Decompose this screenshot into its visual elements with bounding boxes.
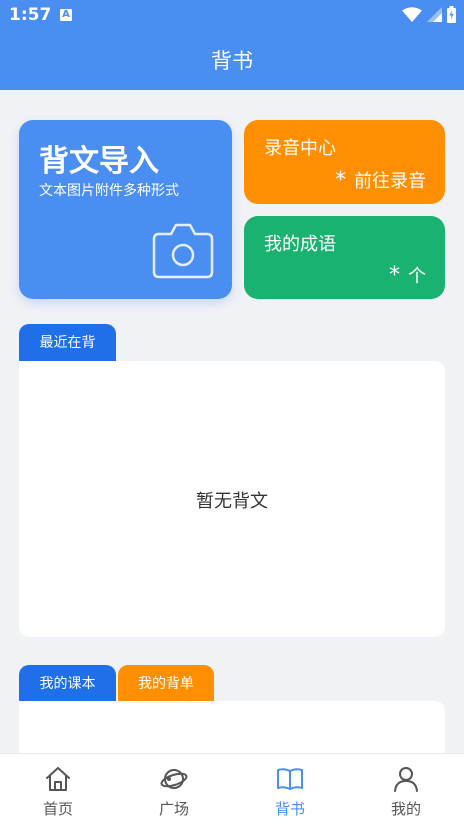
tab-plaza-label: 广场 [158,800,189,818]
go-record-link[interactable]: * 前往录音 [335,167,426,193]
notification-a-icon: A [60,9,72,21]
tab-recite-label: 背书 [274,800,305,818]
planet-icon [160,769,188,789]
wifi-icon [402,7,422,22]
record-center-card[interactable]: 录音中心 * 前往录音 [244,120,445,204]
import-text-card[interactable]: 背文导入 文本图片附件多种形式 [19,120,232,299]
idiom-count-label: 个 [408,266,426,287]
signal-icon [427,7,442,22]
camera-icon [152,223,214,279]
tab-recent[interactable]: 最近在背 [19,324,116,362]
status-bar: 1:57 A [0,0,464,32]
recent-panel: 暂无背文 [19,361,445,637]
record-card-title: 录音中心 [264,138,336,159]
star-icon: * [335,168,346,193]
go-record-label: 前往录音 [354,171,426,192]
person-icon [394,767,418,792]
star-icon: * [389,263,400,288]
idiom-count-link[interactable]: * 个 [389,262,426,288]
tab-recite[interactable]: 背书 [232,754,348,827]
tab-mine[interactable]: 我的 [348,754,464,827]
tab-plaza[interactable]: 广场 [116,754,232,827]
tab-home-label: 首页 [42,800,73,818]
book-icon [277,768,303,790]
my-idioms-card[interactable]: 我的成语 * 个 [244,216,445,299]
idiom-card-title: 我的成语 [264,234,336,255]
tab-my-recite-list[interactable]: 我的背单 [118,665,214,703]
bottom-tab-bar: 首页 广场 背书 我的 [0,753,464,827]
empty-state-text: 暂无背文 [196,491,268,512]
import-card-title: 背文导入 [39,144,159,179]
battery-icon [447,6,456,23]
tab-my-textbooks[interactable]: 我的课本 [19,665,116,703]
home-icon [46,767,70,791]
system-icons [402,6,456,23]
page-title: 背书 [211,49,253,73]
import-card-subtitle: 文本图片附件多种形式 [39,183,179,199]
tab-mine-label: 我的 [390,800,421,818]
tab-home[interactable]: 首页 [0,754,116,827]
status-time: 1:57 [9,5,52,25]
page-header: 背书 [0,32,464,90]
